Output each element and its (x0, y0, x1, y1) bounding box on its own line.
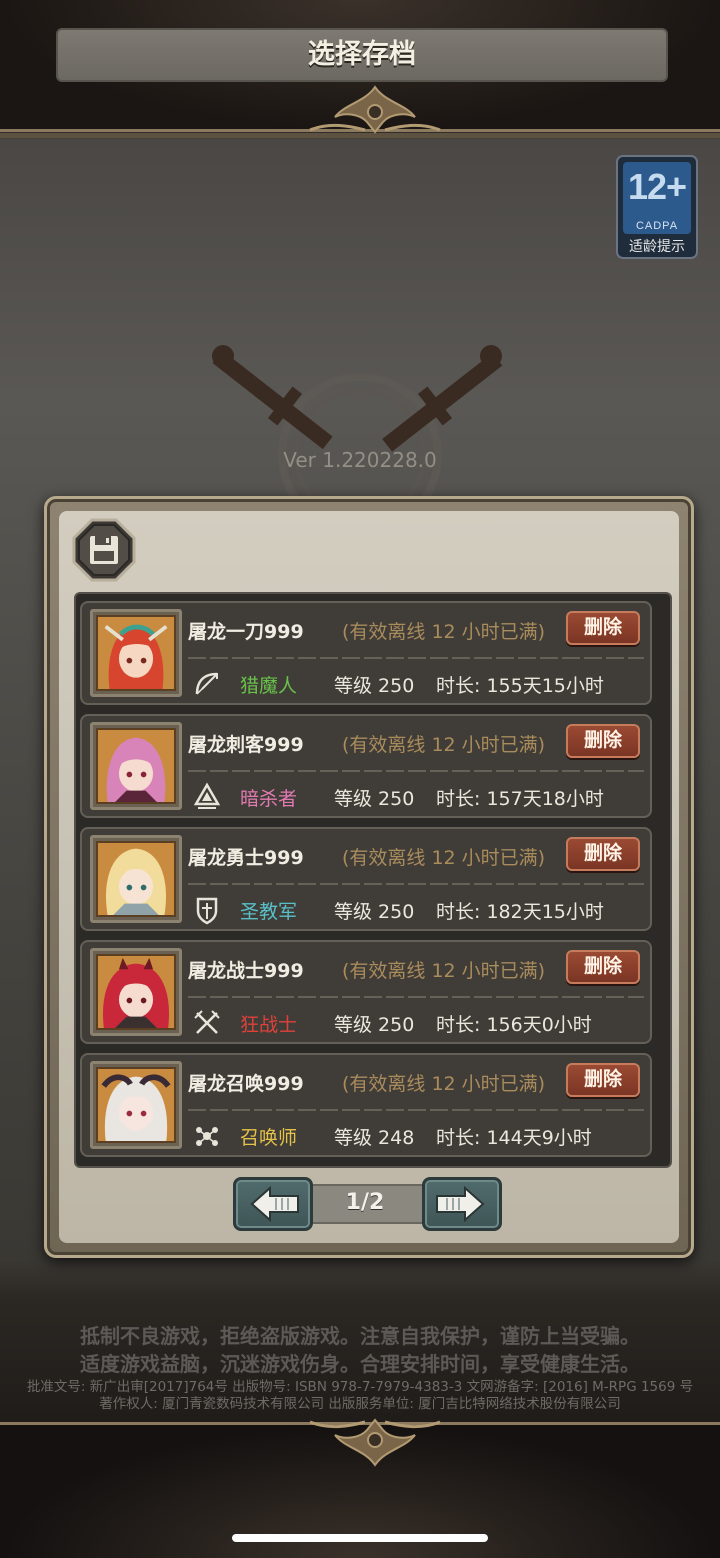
delete-button[interactable]: 删除 (566, 724, 640, 758)
crossed-swords-icon (194, 1010, 220, 1034)
class-name: 暗杀者 (240, 788, 298, 810)
save-slot[interactable]: 屠龙召唤999 (有效离线 12 小时已满) 删除 召唤师 等级 248 时长:… (80, 1053, 652, 1157)
delete-button[interactable]: 删除 (566, 837, 640, 871)
health-notice-line1: 抵制不良游戏，拒绝盗版游戏。注意自我保护，谨防上当受骗。 (80, 1324, 640, 1348)
panel-title: 选择存档 (308, 39, 416, 70)
save-slot[interactable]: 屠龙刺客999 (有效离线 12 小时已满) 删除 暗杀者 等级 250 时长:… (80, 714, 652, 818)
version-label: Ver 1.220228.0 (283, 448, 437, 472)
age-rating-badge[interactable]: 12+ CADPA 适龄提示 (616, 155, 698, 259)
slot-playtime: 时长: 144天9小时 (436, 1127, 592, 1149)
save-slot[interactable]: 屠龙战士999 (有效离线 12 小时已满) 删除 狂战士 等级 250 时长:… (80, 940, 652, 1044)
slot-info: 屠龙刺客999 (有效离线 12 小时已满) 删除 暗杀者 等级 250 时长:… (188, 720, 644, 812)
health-notice-line2: 适度游戏益脑，沉迷游戏伤身。合理安排时间，享受健康生活。 (80, 1352, 640, 1376)
game-screen: Ver 1.220228.0 12+ CADPA 适龄提示 选择存档 屠龙一刀9… (0, 0, 720, 1558)
class-name: 猎魔人 (240, 675, 298, 697)
slot-offline-status: (有效离线 12 小时已满) (342, 1073, 546, 1095)
save-slot[interactable]: 屠龙一刀999 (有效离线 12 小时已满) 删除 猎魔人 等级 250 时长:… (80, 601, 652, 705)
class-name: 圣教军 (240, 901, 298, 923)
character-portrait-crusader (96, 841, 176, 917)
save-disk-icon (72, 518, 136, 582)
slot-playtime: 时长: 156天0小时 (436, 1014, 592, 1036)
delete-button[interactable]: 删除 (566, 1063, 640, 1097)
save-slot[interactable]: 屠龙勇士999 (有效离线 12 小时已满) 删除 圣教军 等级 250 时长:… (80, 827, 652, 931)
slot-level: 等级 250 (334, 788, 415, 810)
slot-offline-status: (有效离线 12 小时已满) (342, 847, 546, 869)
portrait-frame (90, 722, 182, 810)
slot-offline-status: (有效离线 12 小时已满) (342, 621, 546, 643)
age-rating-tip: 适龄提示 (629, 239, 685, 255)
slot-name: 屠龙召唤999 (188, 1073, 304, 1095)
age-rating-org: CADPA (635, 220, 679, 232)
slot-name: 屠龙刺客999 (188, 734, 304, 756)
slot-name: 屠龙战士999 (188, 960, 304, 982)
character-portrait-summoner (96, 1067, 176, 1143)
portrait-frame (90, 609, 182, 697)
class-name: 召唤师 (240, 1127, 298, 1149)
slot-info: 屠龙勇士999 (有效离线 12 小时已满) 删除 圣教军 等级 250 时长:… (188, 833, 644, 925)
slot-offline-status: (有效离线 12 小时已满) (342, 960, 546, 982)
age-rating-number: 12+ (627, 166, 687, 207)
prev-page-button[interactable] (233, 1177, 313, 1231)
slot-playtime: 时长: 155天15小时 (436, 675, 604, 697)
portrait-frame (90, 835, 182, 923)
panel-title-bar: 选择存档 (56, 28, 668, 82)
slot-divider (188, 996, 644, 998)
slot-level: 等级 250 (334, 675, 415, 697)
slot-divider (188, 657, 644, 659)
character-portrait-assassin (96, 728, 176, 804)
summoner-icon (196, 1127, 218, 1146)
copyright-info-line: 著作权人: 厦门青瓷数码技术有限公司 出版服务单位: 厦门吉比特网络技术股份有限… (99, 1396, 621, 1412)
slot-playtime: 时长: 157天18小时 (436, 788, 604, 810)
home-indicator[interactable] (232, 1534, 488, 1542)
assassin-icon (193, 782, 221, 809)
slot-info: 屠龙战士999 (有效离线 12 小时已满) 删除 狂战士 等级 250 时长:… (188, 946, 644, 1038)
slot-name: 屠龙一刀999 (188, 621, 304, 643)
slot-playtime: 时长: 182天15小时 (436, 901, 604, 923)
crusader-shield-icon (196, 897, 218, 925)
slot-name: 屠龙勇士999 (188, 847, 304, 869)
arrow-left-icon (250, 1185, 299, 1223)
ornament-bottom-icon (309, 1418, 441, 1467)
arrow-right-icon (436, 1185, 485, 1223)
character-portrait-hunter (96, 615, 176, 691)
slot-level: 等级 248 (334, 1127, 415, 1149)
slot-info: 屠龙召唤999 (有效离线 12 小时已满) 删除 召唤师 等级 248 时长:… (188, 1059, 644, 1151)
delete-button[interactable]: 删除 (566, 611, 640, 645)
class-name: 狂战士 (240, 1014, 298, 1036)
page-indicator: 1/2 (345, 1190, 385, 1215)
portrait-frame (90, 948, 182, 1036)
slot-offline-status: (有效离线 12 小时已满) (342, 734, 546, 756)
character-portrait-berserker (96, 954, 176, 1030)
next-page-button[interactable] (422, 1177, 502, 1231)
slot-divider (188, 770, 644, 772)
slot-divider (188, 1109, 644, 1111)
delete-button[interactable]: 删除 (566, 950, 640, 984)
slot-level: 等级 250 (334, 1014, 415, 1036)
slot-divider (188, 883, 644, 885)
slot-info: 屠龙一刀999 (有效离线 12 小时已满) 删除 猎魔人 等级 250 时长:… (188, 607, 644, 699)
age-rating-box: 12+ CADPA (623, 162, 691, 234)
crossed-swords-emblem-icon (212, 345, 503, 500)
bow-icon (195, 672, 218, 695)
ornament-top-icon (309, 85, 441, 134)
portrait-frame (90, 1061, 182, 1149)
slot-level: 等级 250 (334, 901, 415, 923)
